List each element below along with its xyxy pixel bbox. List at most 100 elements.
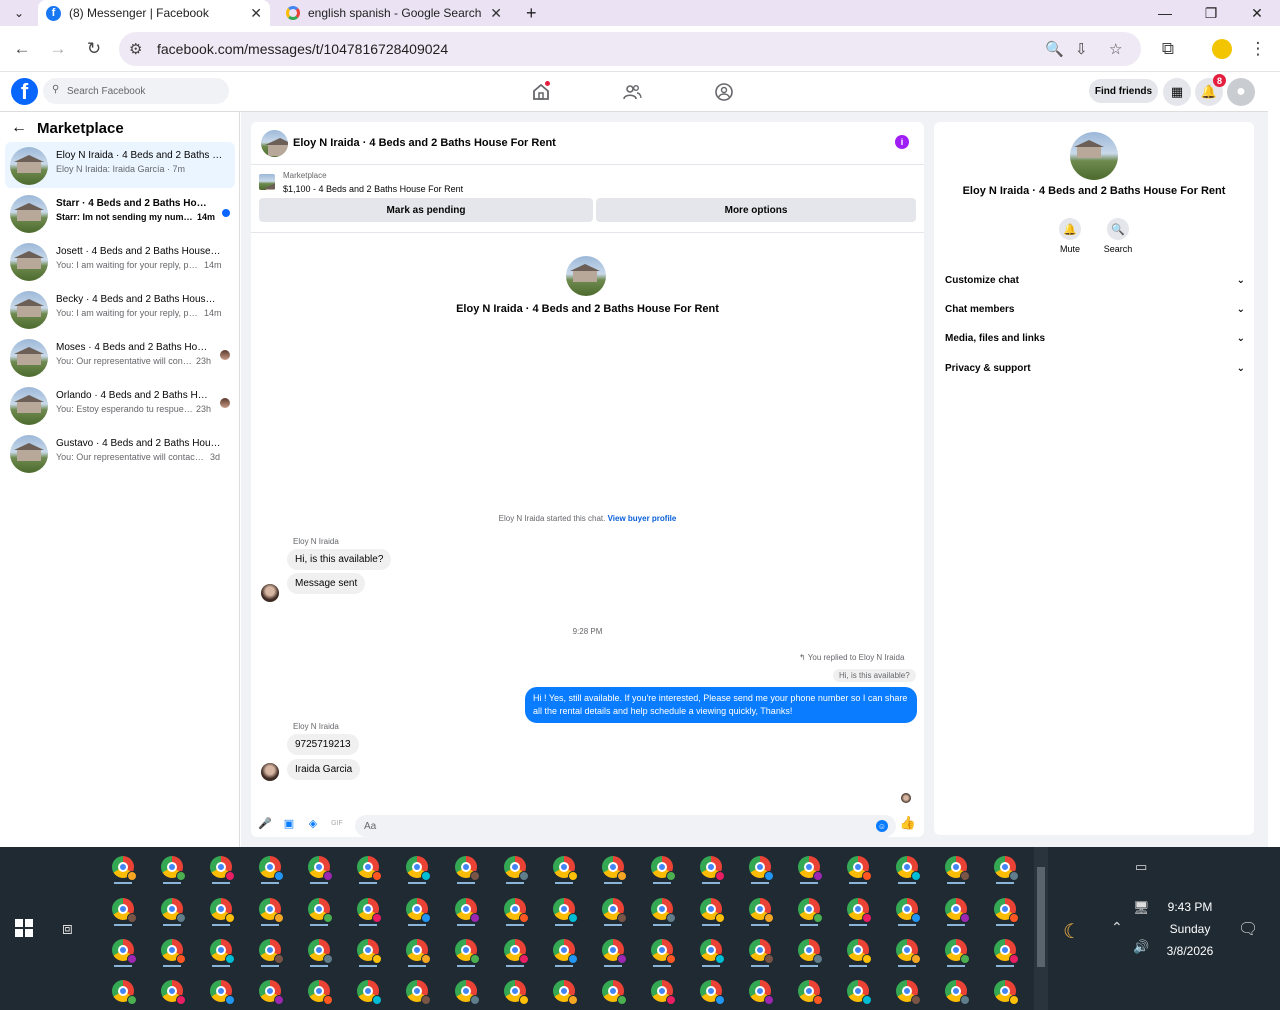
taskbar-app-icon[interactable] [943,896,970,926]
extensions-icon[interactable]: ⧉ [1156,37,1180,61]
taskbar-app-icon[interactable] [257,978,284,1005]
friends-icon[interactable] [622,82,642,102]
conversation-item[interactable]: Eloy N Iraida · 4 Beds and 2 Baths House… [5,142,235,188]
new-tab-button[interactable]: + [518,0,542,26]
back-arrow-icon[interactable]: ← [11,119,27,137]
taskbar-app-icon[interactable] [208,937,235,967]
incoming-message[interactable]: Iraida Garcia [287,759,361,780]
taskbar-app-icon[interactable] [257,854,284,884]
taskbar-app-icon[interactable] [551,896,578,926]
taskbar-app-icon[interactable] [306,937,333,967]
taskbar-app-icon[interactable] [894,937,921,967]
find-friends-button[interactable]: Find friends [1089,79,1158,103]
conversation-item[interactable]: Becky · 4 Beds and 2 Baths House For Ren… [5,286,235,332]
gif-icon[interactable]: GIF [331,817,343,829]
conversation-item[interactable]: Starr · 4 Beds and 2 Baths House For Ren… [5,190,235,236]
taskbar-app-icon[interactable] [796,896,823,926]
taskbar-app-icon[interactable] [943,937,970,967]
message-input[interactable]: Aa [355,815,896,837]
show-hidden-icons-chevron[interactable]: ⌃ [1111,919,1123,936]
taskbar-app-icon[interactable] [110,978,137,1005]
media-files-links-row[interactable]: Media, files and links ⌄ [945,333,1245,344]
tab-google-search[interactable]: english spanish - Google Search ✕ [278,0,510,26]
taskbar-app-icon[interactable] [845,854,872,884]
taskbar-app-icon[interactable] [649,937,676,967]
taskbar-app-icon[interactable] [600,937,627,967]
taskbar-app-icon[interactable] [894,978,921,1005]
outgoing-message[interactable]: Hi ! Yes, still available. If you're int… [525,687,917,723]
quoted-message[interactable]: Hi, is this available? [833,669,916,682]
chat-title[interactable]: Eloy N Iraida · 4 Beds and 2 Baths House… [293,137,556,149]
taskbar-app-icon[interactable] [894,896,921,926]
url-text[interactable]: facebook.com/messages/t/1047816728409024 [157,41,448,57]
details-avatar[interactable] [1070,132,1118,180]
address-bar[interactable]: ⚙ facebook.com/messages/t/10478167284090… [119,32,1141,66]
clock-date[interactable]: 3/8/2026 [1150,944,1230,958]
listing-thumbnail[interactable] [259,174,275,190]
view-buyer-profile-link[interactable]: View buyer profile [608,514,677,523]
incoming-message[interactable]: Message sent [287,573,366,594]
sticker-icon[interactable]: ◈ [307,817,319,830]
taskbar-app-icon[interactable] [159,896,186,926]
facebook-logo-icon[interactable]: f [11,78,38,105]
tab-list-button[interactable]: ⌄ [4,0,34,26]
taskbar-app-icon[interactable] [698,854,725,884]
close-tab-icon[interactable]: ✕ [490,5,502,22]
close-tab-icon[interactable]: ✕ [250,5,262,22]
taskbar-app-icon[interactable] [600,896,627,926]
taskbar-app-icon[interactable] [453,854,480,884]
taskbar-app-icon[interactable] [845,978,872,1005]
taskbar-app-icon[interactable] [159,978,186,1005]
page-scrollbar[interactable] [1268,72,1280,847]
clock-time[interactable]: 9:43 PM [1150,900,1230,914]
microphone-icon[interactable]: 🎤 [258,817,272,830]
taskbar-app-icon[interactable] [796,978,823,1005]
tab-messenger[interactable]: f (8) Messenger | Facebook ✕ [38,0,270,26]
chat-avatar[interactable] [261,130,288,157]
taskbar-app-icon[interactable] [306,854,333,884]
taskbar-app-icon[interactable] [502,896,529,926]
taskbar-app-icon[interactable] [404,854,431,884]
taskbar-app-icon[interactable] [551,854,578,884]
night-light-icon[interactable]: ☾ [1063,919,1081,944]
network-icon[interactable]: 🖥 [1133,900,1150,916]
taskbar-app-icon[interactable] [943,854,970,884]
taskbar-app-icon[interactable] [649,978,676,1005]
conversation-item[interactable]: Moses · 4 Beds and 2 Baths House For Ren… [5,334,235,380]
mute-button[interactable]: 🔔 Mute [1050,218,1090,254]
taskbar-app-icon[interactable] [992,937,1019,967]
more-options-button[interactable]: More options [596,198,916,222]
volume-icon[interactable]: 🔊 [1133,939,1149,955]
taskbar-app-icon[interactable] [306,978,333,1005]
taskbar-app-icon[interactable] [502,978,529,1005]
windows-start-icon[interactable] [15,919,33,937]
info-icon[interactable]: i [895,135,909,149]
menu-grid-icon[interactable]: ▦ [1163,78,1191,106]
taskbar-app-icon[interactable] [306,896,333,926]
taskbar-app-icon[interactable] [894,854,921,884]
mark-as-pending-button[interactable]: Mark as pending [259,198,593,222]
customize-chat-row[interactable]: Customize chat ⌄ [945,275,1245,286]
taskbar-app-icon[interactable] [502,854,529,884]
thumbs-up-icon[interactable]: 👍 [900,815,916,830]
scrollbar-thumb[interactable] [1037,867,1045,967]
taskbar-app-icon[interactable] [355,937,382,967]
reload-icon[interactable]: ↻ [82,37,106,61]
taskbar-app-icon[interactable] [698,978,725,1005]
taskbar-app-icon[interactable] [404,978,431,1005]
chat-members-row[interactable]: Chat members ⌄ [945,304,1245,315]
back-arrow-icon[interactable]: ← [10,37,34,61]
minimize-button[interactable]: — [1142,0,1188,26]
search-in-chat-button[interactable]: 🔍 Search [1098,218,1138,254]
conversation-item[interactable]: Josett · 4 Beds and 2 Baths House For Re… [5,238,235,284]
taskbar-app-icon[interactable] [257,896,284,926]
taskbar-scrollbar[interactable] [1034,847,1048,1010]
taskbar-app-icon[interactable] [845,937,872,967]
sender-avatar[interactable] [261,763,279,781]
taskbar-app-icon[interactable] [747,978,774,1005]
taskbar-app-icon[interactable] [845,896,872,926]
facebook-search-input[interactable]: ⚲ Search Facebook [43,78,229,104]
groups-icon[interactable] [714,82,734,102]
restore-button[interactable]: ❐ [1188,0,1234,26]
photo-icon[interactable]: ▣ [283,817,295,830]
